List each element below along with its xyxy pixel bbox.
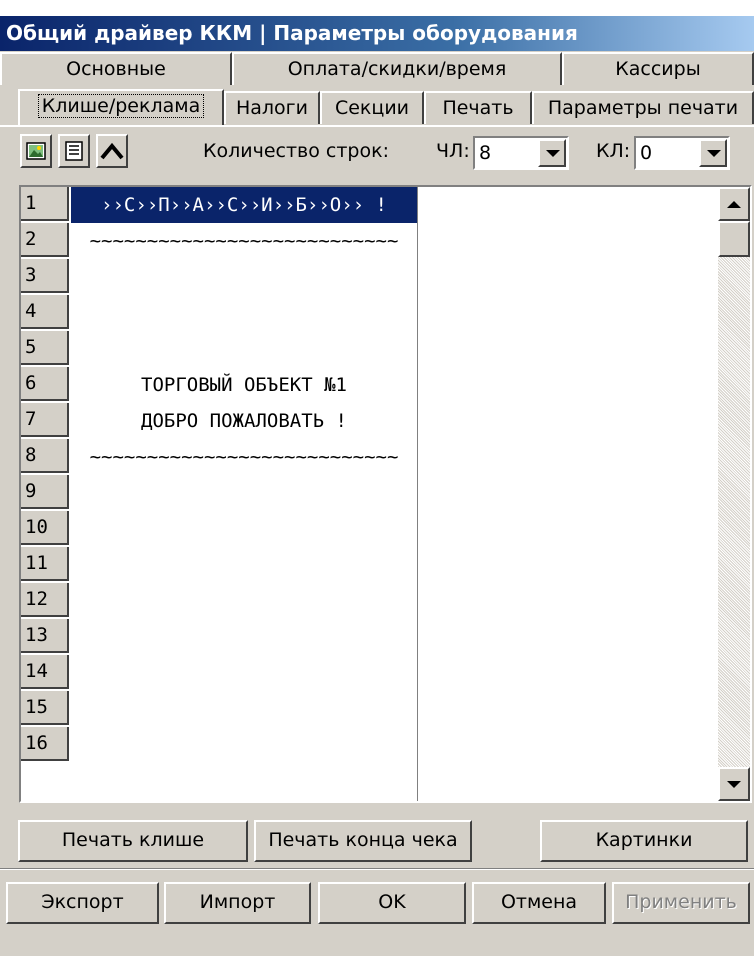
settings-window: Общий драйвер ККМ | Параметры оборудован… <box>0 16 754 956</box>
row-number[interactable]: 14 <box>21 655 69 689</box>
chl-label: ЧЛ: <box>436 140 470 162</box>
caret-up-icon[interactable] <box>96 134 128 168</box>
scroll-down-icon[interactable] <box>718 767 750 801</box>
import-button[interactable]: Импорт <box>164 882 311 924</box>
cliche-line-cell[interactable]: ››С››П››А››С››И››Б››О›› ! <box>71 187 417 223</box>
cliche-line-cell[interactable] <box>71 619 417 655</box>
ok-button[interactable]: OK <box>318 882 466 924</box>
chevron-down-icon[interactable] <box>538 139 566 167</box>
scroll-thumb[interactable] <box>718 221 750 257</box>
image-icon[interactable] <box>20 134 52 168</box>
row-number[interactable]: 4 <box>21 295 69 329</box>
tab-payment-discounts-time[interactable]: Оплата/скидки/время <box>232 52 562 85</box>
apply-button[interactable]: Применить <box>612 882 750 924</box>
cliche-line-cell[interactable]: ~~~~~~~~~~~~~~~~~~~~~~~~~~~ <box>71 439 417 475</box>
row-number[interactable]: 2 <box>21 223 69 257</box>
kl-label: КЛ: <box>596 140 631 162</box>
cliche-line-cell[interactable] <box>71 583 417 619</box>
tab-row-1: Основные Оплата/скидки/время Кассиры <box>0 52 754 86</box>
cliche-line-cell[interactable]: ТОРГОВЫЙ ОБЪЕКТ №1 <box>71 367 417 403</box>
row-number[interactable]: 7 <box>21 403 69 437</box>
window-title: Общий драйвер ККМ | Параметры оборудован… <box>0 16 754 51</box>
chl-combobox[interactable]: 8 <box>473 136 569 170</box>
tab-cashiers[interactable]: Кассиры <box>562 52 754 85</box>
vertical-scrollbar[interactable] <box>718 187 750 801</box>
tab-print-parameters[interactable]: Параметры печати <box>532 91 754 124</box>
cliche-line-cell[interactable] <box>71 727 417 763</box>
export-button[interactable]: Экспорт <box>6 882 159 924</box>
cliche-line-cell[interactable] <box>71 547 417 583</box>
kl-combobox[interactable]: 0 <box>634 136 730 170</box>
row-number[interactable]: 9 <box>21 475 69 509</box>
row-number[interactable]: 12 <box>21 583 69 617</box>
row-number[interactable]: 3 <box>21 259 69 293</box>
row-number[interactable]: 5 <box>21 331 69 365</box>
row-number[interactable]: 16 <box>21 727 69 761</box>
cliche-line-cell[interactable] <box>71 655 417 691</box>
tab-row-2: Клише/реклама Налоги Секции Печать Парам… <box>0 86 754 125</box>
row-number[interactable]: 6 <box>21 367 69 401</box>
pictures-button[interactable]: Картинки <box>540 820 748 862</box>
row-number[interactable]: 15 <box>21 691 69 725</box>
cliche-line-cell[interactable] <box>71 259 417 295</box>
print-receipt-end-button[interactable]: Печать конца чека <box>254 820 472 862</box>
cliche-line-cell[interactable] <box>71 475 417 511</box>
cliche-line-cell[interactable]: ДОБРО ПОЖАЛОВАТЬ ! <box>71 403 417 439</box>
tab-main[interactable]: Основные <box>0 52 232 85</box>
cancel-button[interactable]: Отмена <box>472 882 606 924</box>
tab-sections[interactable]: Секции <box>320 91 424 124</box>
row-number[interactable]: 13 <box>21 619 69 653</box>
print-cliche-button[interactable]: Печать клише <box>18 820 248 862</box>
cliche-grid[interactable]: 1 ››С››П››А››С››И››Б››О›› ! 2 ~~~~~~~~~~~~~… <box>19 185 752 803</box>
row-number[interactable]: 1 <box>21 187 69 221</box>
tab-print[interactable]: Печать <box>424 91 532 124</box>
cliche-line-cell[interactable] <box>71 295 417 331</box>
tab-taxes[interactable]: Налоги <box>224 91 320 124</box>
cliche-line-cell[interactable] <box>71 331 417 367</box>
cliche-line-cell[interactable] <box>71 691 417 727</box>
cliche-line-cell[interactable]: ~~~~~~~~~~~~~~~~~~~~~~~~~~~ <box>71 223 417 259</box>
chevron-down-icon[interactable] <box>699 139 727 167</box>
footer-divider <box>0 868 754 870</box>
text-align-icon[interactable] <box>58 134 90 168</box>
row-number[interactable]: 11 <box>21 547 69 581</box>
row-number[interactable]: 8 <box>21 439 69 473</box>
column-separator <box>417 187 418 801</box>
scroll-up-icon[interactable] <box>718 187 750 221</box>
cliche-line-cell[interactable] <box>71 511 417 547</box>
tab-cliche-advertising[interactable]: Клише/реклама <box>18 89 224 125</box>
lines-count-label: Количество строк: <box>203 140 389 162</box>
row-number[interactable]: 10 <box>21 511 69 545</box>
